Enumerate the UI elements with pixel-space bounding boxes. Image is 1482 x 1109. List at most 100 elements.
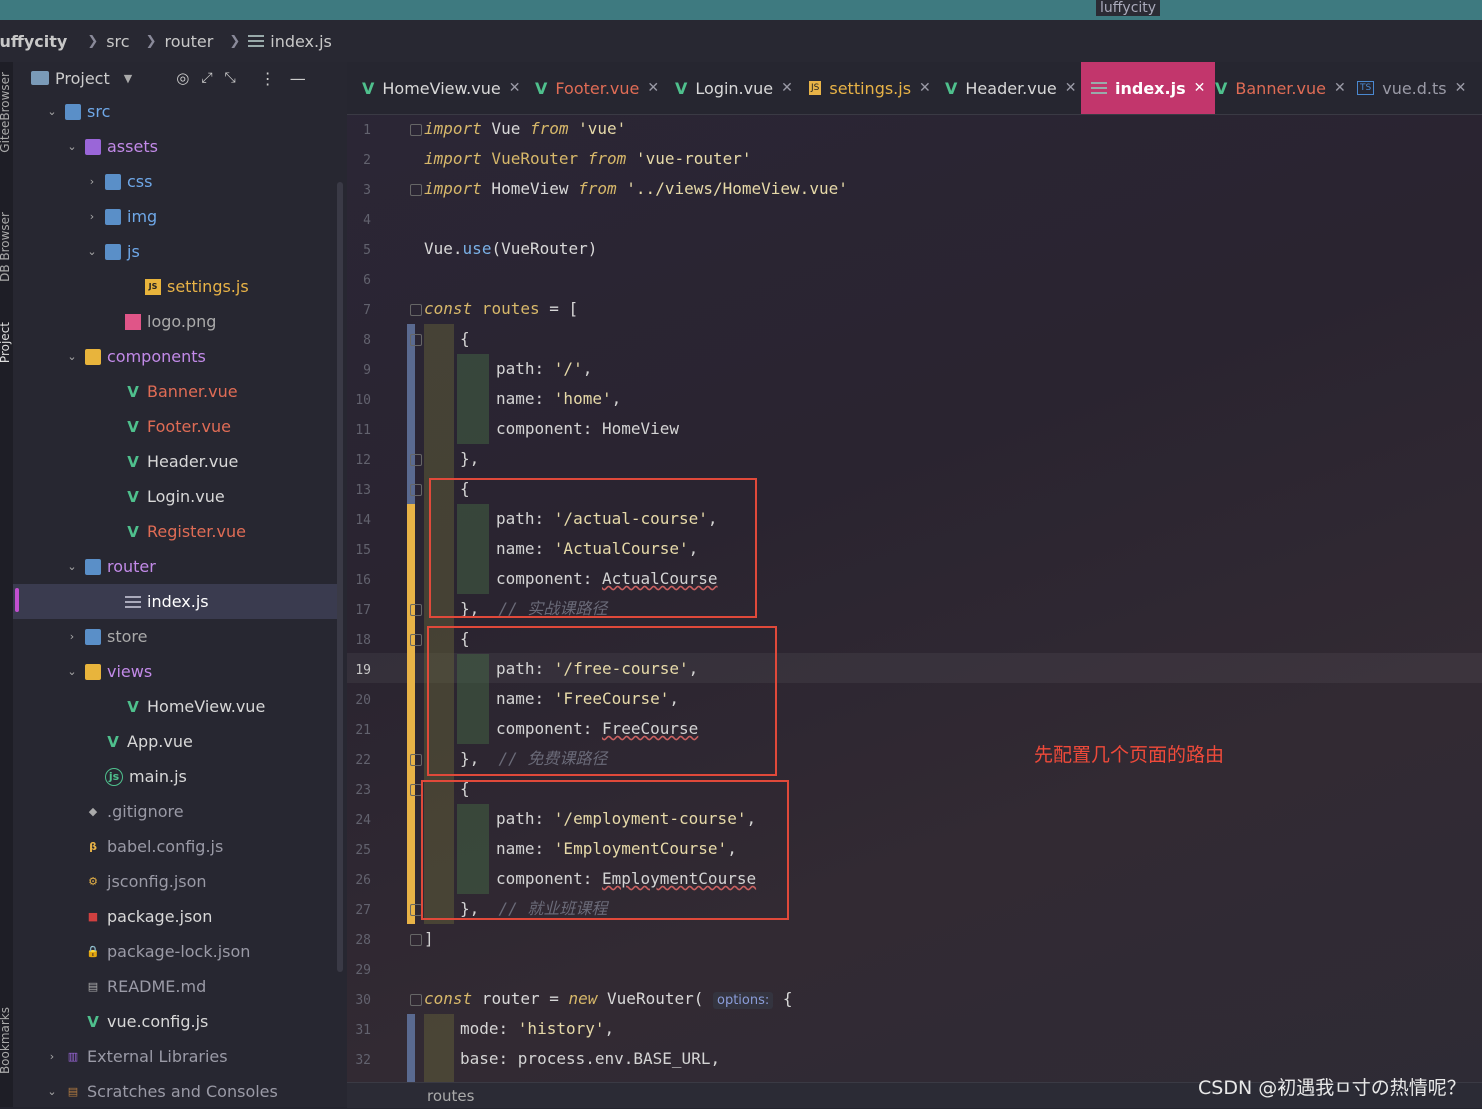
code-line-31[interactable]: mode: 'history',	[460, 1014, 614, 1044]
chevron-down-icon[interactable]: ⌄	[45, 105, 59, 118]
fold-icon[interactable]	[410, 454, 422, 466]
close-icon[interactable]: ✕	[781, 80, 793, 96]
tree-item-register-vue[interactable]: V Register.vue	[13, 514, 343, 549]
chevron-down-icon[interactable]: ⌄	[45, 1085, 59, 1098]
tab-login-vue[interactable]: V Login.vue ✕	[665, 62, 803, 114]
code-line-32[interactable]: base: process.env.BASE_URL,	[460, 1044, 720, 1074]
fold-icon[interactable]	[410, 334, 422, 346]
side-tab-bookmarks[interactable]: Bookmarks	[0, 1007, 12, 1074]
tree-item-scratches-and-consoles[interactable]: ⌄ ▤ Scratches and Consoles	[13, 1074, 343, 1109]
structure-breadcrumb[interactable]: routes	[427, 1087, 474, 1105]
fold-icon[interactable]	[410, 484, 422, 496]
tree-item--gitignore[interactable]: ◆ .gitignore	[13, 794, 343, 829]
code-line-28[interactable]: ]	[424, 924, 434, 954]
fold-icon[interactable]	[410, 994, 422, 1006]
code-line-2[interactable]: import VueRouter from 'vue-router'	[424, 144, 752, 174]
code-line-3[interactable]: import HomeView from '../views/HomeView.…	[424, 174, 848, 204]
code-line-12[interactable]: },	[460, 444, 479, 474]
tree-item-jsconfig-json[interactable]: ⚙ jsconfig.json	[13, 864, 343, 899]
chevron-down-icon[interactable]: ⌄	[85, 245, 99, 258]
fold-icon[interactable]	[410, 304, 422, 316]
tree-item-babel-config-js[interactable]: β babel.config.js	[13, 829, 343, 864]
hide-panel-icon[interactable]: —	[290, 69, 306, 88]
fold-icon[interactable]	[410, 184, 422, 196]
chevron-down-icon[interactable]: ⌄	[65, 560, 79, 573]
tree-item-assets[interactable]: ⌄ assets	[13, 129, 343, 164]
tree-item-views[interactable]: ⌄ views	[13, 654, 343, 689]
tree-item-img[interactable]: › img	[13, 199, 343, 234]
gutter-change-marker[interactable]	[407, 1014, 415, 1082]
tree-item-package-json[interactable]: ■ package.json	[13, 899, 343, 934]
tab-footer-vue[interactable]: V Footer.vue ✕	[525, 62, 669, 114]
expand-icon[interactable]: ⤢	[201, 70, 212, 86]
breadcrumb-src[interactable]: src	[106, 32, 129, 51]
tree-item-router[interactable]: ⌄ router	[13, 549, 343, 584]
code-line-9[interactable]: path: '/',	[496, 354, 592, 384]
more-options-icon[interactable]: ⋮	[260, 69, 276, 88]
chevron-down-icon[interactable]: ⌄	[65, 350, 79, 363]
fold-icon[interactable]	[410, 634, 422, 646]
tree-item-footer-vue[interactable]: V Footer.vue	[13, 409, 343, 444]
fold-icon[interactable]	[410, 934, 422, 946]
tree-item-homeview-vue[interactable]: V HomeView.vue	[13, 689, 343, 724]
close-icon[interactable]: ✕	[647, 80, 659, 96]
breadcrumb-file[interactable]: index.js	[270, 32, 332, 51]
tab-banner-vue[interactable]: V Banner.vue ✕	[1205, 62, 1356, 114]
tree-item-external-libraries[interactable]: › ▥ External Libraries	[13, 1039, 343, 1074]
fold-icon[interactable]	[410, 124, 422, 136]
project-view-select[interactable]: Project	[55, 69, 110, 88]
close-icon[interactable]: ✕	[1334, 80, 1346, 96]
tree-item-main-js[interactable]: js main.js	[13, 759, 343, 794]
target-icon[interactable]: ◎	[176, 69, 189, 87]
collapse-icon[interactable]: ⤡	[225, 70, 236, 86]
tree-item-readme-md[interactable]: ▤ README.md	[13, 969, 343, 1004]
tab-homeview-vue[interactable]: V HomeView.vue ✕	[352, 62, 530, 114]
side-tab-db-browser[interactable]: DB Browser	[0, 212, 12, 282]
tree-item-banner-vue[interactable]: V Banner.vue	[13, 374, 343, 409]
tree-item-settings-js[interactable]: JS settings.js	[13, 269, 343, 304]
breadcrumb-project[interactable]: luffycity	[0, 32, 67, 51]
tree-item-store[interactable]: › store	[13, 619, 343, 654]
fold-icon[interactable]	[410, 754, 422, 766]
code-line-11[interactable]: component: HomeView	[496, 414, 679, 444]
gutter-change-marker[interactable]	[407, 504, 415, 924]
tree-item-src[interactable]: ⌄ src	[13, 94, 343, 129]
code-line-1[interactable]: import Vue from 'vue'	[424, 114, 626, 144]
chevron-down-icon[interactable]: ⌄	[65, 665, 79, 678]
tree-item-js[interactable]: ⌄ js	[13, 234, 343, 269]
tab-vue-d-ts[interactable]: TS vue.d.ts ✕	[1347, 62, 1476, 114]
chevron-right-icon[interactable]: ›	[85, 175, 99, 188]
tree-item-components[interactable]: ⌄ components	[13, 339, 343, 374]
code-line-10[interactable]: name: 'home',	[496, 384, 621, 414]
breadcrumb-router[interactable]: router	[164, 32, 213, 51]
side-tab-project[interactable]: Project	[0, 322, 12, 363]
close-icon[interactable]: ✕	[1455, 80, 1467, 96]
close-icon[interactable]: ✕	[1194, 80, 1206, 96]
tree-item-logo-png[interactable]: logo.png	[13, 304, 343, 339]
tab-index-js[interactable]: index.js ✕	[1081, 62, 1216, 114]
tree-item-header-vue[interactable]: V Header.vue	[13, 444, 343, 479]
gutter-change-marker[interactable]	[407, 324, 415, 504]
tree-item-vue-config-js[interactable]: Vvue.config.js	[13, 1004, 343, 1039]
close-icon[interactable]: ✕	[919, 80, 931, 96]
code-line-30[interactable]: const router = new VueRouter( options: {	[424, 984, 793, 1014]
tree-item-index-js[interactable]: index.js	[13, 584, 343, 619]
chevron-right-icon[interactable]: ›	[65, 630, 79, 643]
chevron-right-icon[interactable]: ›	[45, 1050, 59, 1063]
side-tab-gitee[interactable]: GiteeBrowser	[0, 72, 12, 153]
chevron-down-icon[interactable]: ⌄	[65, 140, 79, 153]
tree-item-package-lock-json[interactable]: 🔒 package-lock.json	[13, 934, 343, 969]
close-icon[interactable]: ✕	[509, 80, 521, 96]
sidebar-scrollbar[interactable]	[337, 182, 343, 972]
code-line-7[interactable]: const routes = [	[424, 294, 578, 324]
tab-header-vue[interactable]: V Header.vue ✕	[935, 62, 1086, 114]
chevron-down-icon[interactable]: ▼	[124, 72, 132, 85]
code-line-5[interactable]: Vue.use(VueRouter)	[424, 234, 597, 264]
tab-settings-js[interactable]: JS settings.js ✕	[799, 62, 941, 114]
tree-item-login-vue[interactable]: V Login.vue	[13, 479, 343, 514]
tree-item-css[interactable]: › css	[13, 164, 343, 199]
fold-icon[interactable]	[410, 604, 422, 616]
close-icon[interactable]: ✕	[1065, 80, 1077, 96]
chevron-right-icon[interactable]: ›	[85, 210, 99, 223]
tree-item-app-vue[interactable]: V App.vue	[13, 724, 343, 759]
